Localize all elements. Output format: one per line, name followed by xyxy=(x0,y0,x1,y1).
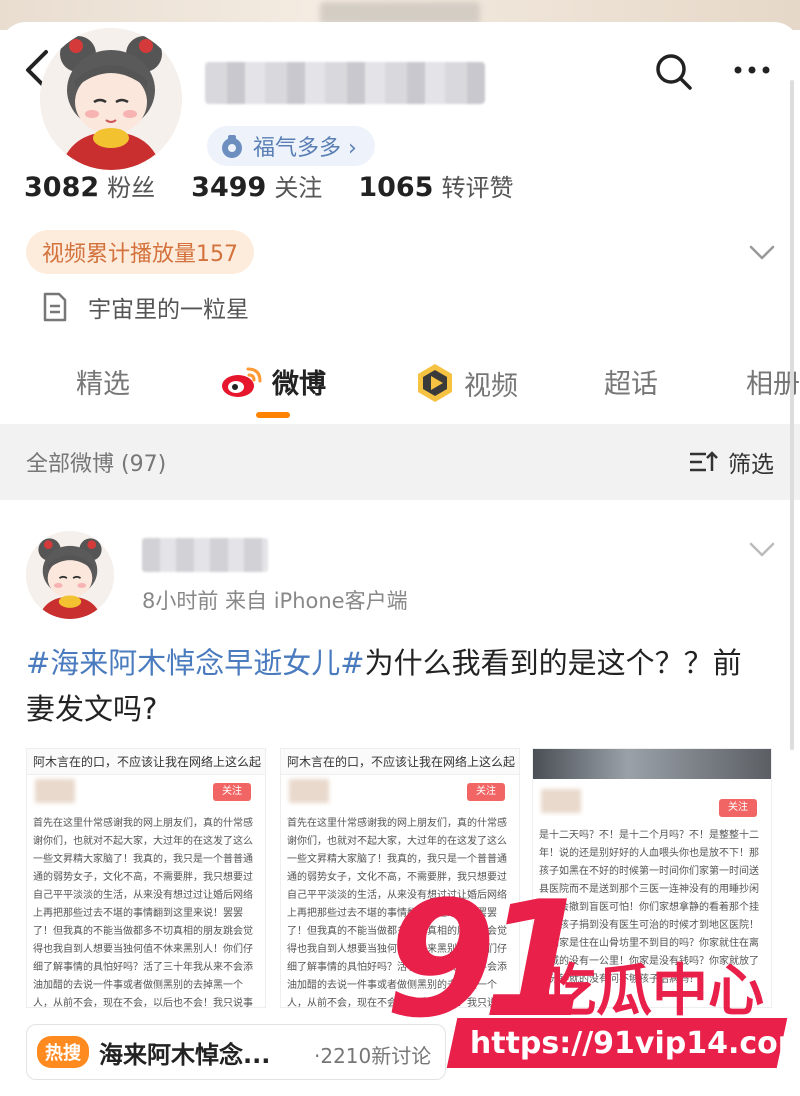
image-follow-label: 关注 xyxy=(719,799,757,817)
watermark-text: 吃瓜中心 xyxy=(540,959,764,1024)
post-filter-bar: 全部微博 (97) 筛选 xyxy=(0,424,800,500)
weibo-logo-icon xyxy=(222,367,262,397)
image-follow-label: 关注 xyxy=(467,783,505,801)
blurred-avatar xyxy=(541,789,581,813)
chevron-down-icon xyxy=(749,542,775,557)
sort-filter-icon xyxy=(690,451,718,472)
video-plays-badge[interactable]: 视频累计播放量157 xyxy=(26,230,254,274)
stat-number: 3082 xyxy=(24,172,100,203)
tab-label: 视频 xyxy=(464,370,518,402)
watermark-url-text: https://91vip14.com xyxy=(470,1025,800,1061)
post-image-1[interactable]: 阿木言在的口，不应该让我在网络上这么起 关注 首先在这里什常感谢我的网上朋友们，… xyxy=(26,748,266,1008)
post-topic-link[interactable]: #海来阿木悼念早逝女儿# xyxy=(26,646,365,680)
filter-button[interactable]: 筛选 xyxy=(688,445,774,479)
hot-search-title: 海来阿木悼念... xyxy=(99,1040,271,1069)
stat-label: 转评赞 xyxy=(441,174,514,202)
tab-label: 精选 xyxy=(76,369,130,400)
tab-label: 超话 xyxy=(604,369,658,400)
image-caption: 阿木言在的口，不应该让我在网络上这么起 xyxy=(281,749,519,775)
fortune-badge-label: 福气多多 › xyxy=(253,136,357,161)
tab-featured[interactable]: 精选 xyxy=(76,362,130,401)
fortune-bag-icon xyxy=(222,135,242,158)
stat-label: 关注 xyxy=(274,174,323,202)
video-plays-label: 视频累计播放量157 xyxy=(42,242,238,267)
blurred-page-title xyxy=(320,2,480,24)
avatar-illustration xyxy=(40,28,182,170)
image-text: 首先在这里什常感谢我的网上朋友们，真的什常感谢你们，也就对不起大家，大过年的在这… xyxy=(33,818,253,1008)
scrollbar[interactable] xyxy=(790,80,794,750)
post-text: #海来阿木悼念早逝女儿#为什么我看到的是这个？？前妻发文吗? xyxy=(26,640,766,732)
stat-likes[interactable]: 1065 转评赞 xyxy=(358,168,513,203)
filter-label: 筛选 xyxy=(728,452,774,478)
avatar-illustration xyxy=(26,531,114,619)
post-menu-button[interactable] xyxy=(748,538,776,560)
profile-avatar[interactable] xyxy=(40,28,182,170)
blurred-avatar xyxy=(289,779,329,803)
image-caption: 阿木言在的口，不应该让我在网络上这么起 xyxy=(27,749,265,775)
post-author-blurred xyxy=(142,538,268,572)
document-icon xyxy=(43,292,67,322)
post-count: 全部微博 (97) xyxy=(26,452,167,477)
profile-stats: 3082 粉丝 3499 关注 1065 转评赞 xyxy=(24,168,513,203)
expand-profile-button[interactable] xyxy=(748,240,776,264)
image-scenic-banner xyxy=(533,749,771,779)
hot-search-tag: 热搜 xyxy=(37,1036,89,1068)
stat-following[interactable]: 3499 关注 xyxy=(191,168,322,203)
blurred-avatar xyxy=(35,779,75,803)
chevron-down-icon xyxy=(749,245,775,260)
tab-weibo[interactable]: 微博 xyxy=(220,362,326,401)
bio-text: 宇宙里的一粒星 xyxy=(88,297,249,323)
search-icon xyxy=(656,54,692,90)
stat-number: 3499 xyxy=(191,172,267,203)
ellipsis-icon xyxy=(734,66,770,74)
more-button[interactable] xyxy=(728,56,776,84)
image-follow-label: 关注 xyxy=(213,783,251,801)
post-avatar[interactable] xyxy=(26,531,114,619)
stat-label: 粉丝 xyxy=(107,174,156,202)
tab-video[interactable]: 视频 xyxy=(414,362,518,404)
post-meta: 8小时前 来自 iPhone客户端 xyxy=(142,589,408,613)
profile-name-blurred xyxy=(205,62,485,104)
stat-followers[interactable]: 3082 粉丝 xyxy=(24,168,155,203)
stat-number: 1065 xyxy=(358,172,434,203)
fortune-badge[interactable]: 福气多多 › xyxy=(207,126,375,166)
tab-label: 微博 xyxy=(272,369,326,400)
watermark-url: https://91vip14.com xyxy=(446,1018,800,1068)
tab-supertopic[interactable]: 超话 xyxy=(604,362,658,401)
profile-tabs: 精选 微博 视频 超话 相册 xyxy=(0,352,800,422)
profile-bio: 宇宙里的一粒星 xyxy=(42,290,249,324)
search-button[interactable] xyxy=(652,50,696,94)
video-badge-icon xyxy=(418,364,452,402)
active-tab-indicator xyxy=(256,412,290,418)
